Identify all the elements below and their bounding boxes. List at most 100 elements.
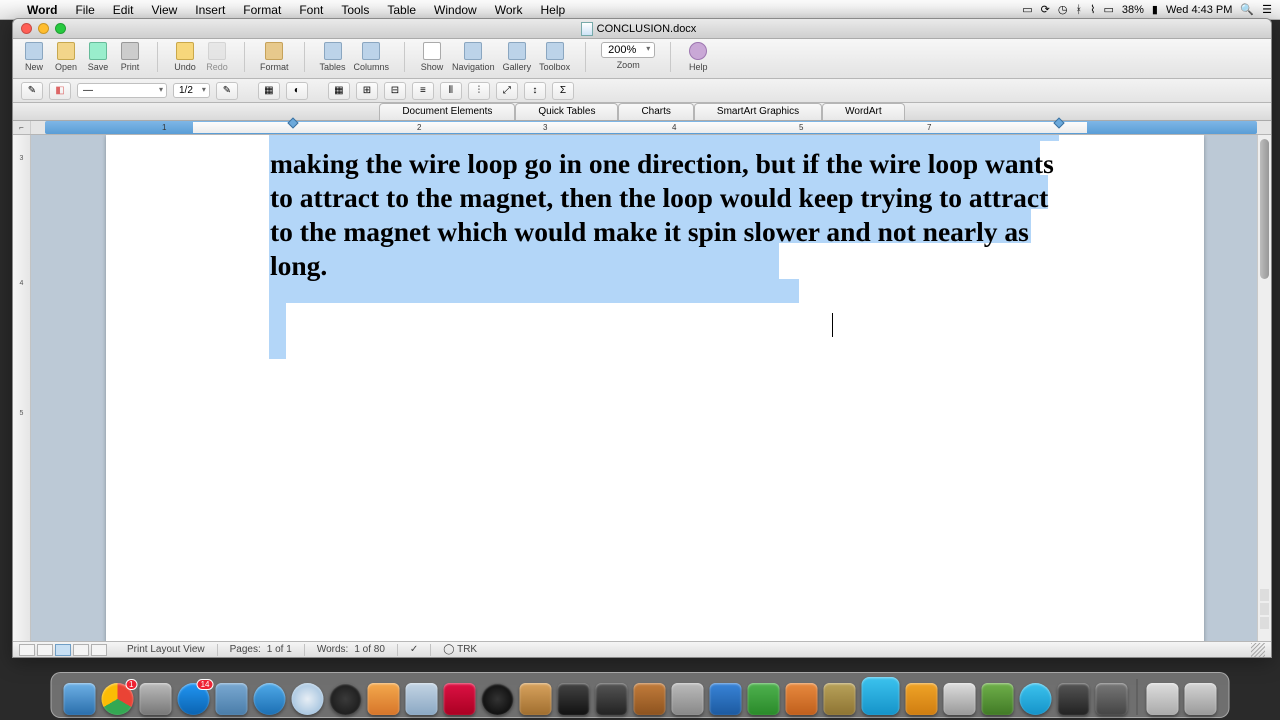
show-button[interactable]: Show <box>417 42 447 72</box>
tab-selector[interactable]: ⌐ <box>13 121 31 134</box>
dock-time-machine[interactable] <box>330 683 362 715</box>
dock-movies[interactable] <box>944 683 976 715</box>
next-page-button[interactable] <box>1260 617 1269 629</box>
zoom-select[interactable]: 200%Zoom <box>598 42 658 70</box>
battery-percent[interactable]: 38% <box>1122 4 1144 16</box>
undo-button[interactable]: Undo <box>170 42 200 72</box>
dock-steam[interactable] <box>482 683 514 715</box>
menu-help[interactable]: Help <box>532 3 575 17</box>
dock-preview[interactable] <box>406 683 438 715</box>
open-button[interactable]: Open <box>51 42 81 72</box>
timemachine-icon[interactable]: ◷ <box>1058 3 1068 16</box>
document-text[interactable]: making the wire loop go in one direction… <box>270 147 1060 283</box>
tab-smartart[interactable]: SmartArt Graphics <box>694 103 822 120</box>
spotlight-icon[interactable]: 🔍 <box>1240 3 1254 16</box>
screenshare-icon[interactable]: ▭ <box>1022 3 1032 16</box>
display-icon[interactable]: ▭ <box>1103 3 1113 16</box>
battery-icon[interactable]: ▮ <box>1152 3 1158 16</box>
menu-tools[interactable]: Tools <box>332 3 378 17</box>
print-button[interactable]: Print <box>115 42 145 72</box>
dock-star-app[interactable] <box>596 683 628 715</box>
clock[interactable]: Wed 4:43 PM <box>1166 4 1232 16</box>
distribute-cols-icon[interactable]: ⫶ <box>468 82 490 100</box>
insert-table-icon[interactable]: ▦ <box>328 82 350 100</box>
toolbox-button[interactable]: Toolbox <box>536 42 573 72</box>
horizontal-ruler[interactable]: 1 2 3 4 5 7 <box>45 121 1257 134</box>
gallery-button[interactable]: Gallery <box>500 42 535 72</box>
notebook-view-button[interactable] <box>73 644 89 656</box>
menu-insert[interactable]: Insert <box>186 3 234 17</box>
columns-button[interactable]: Columns <box>351 42 393 72</box>
resize-grip[interactable] <box>1251 643 1265 657</box>
line-style-select[interactable]: — <box>77 83 167 98</box>
borders-icon[interactable]: ▦ <box>258 82 280 100</box>
dock-keynote[interactable] <box>634 683 666 715</box>
document-page[interactable]: making the wire loop go in one direction… <box>106 135 1204 641</box>
menu-table[interactable]: Table <box>378 3 425 17</box>
dock-parallels[interactable] <box>444 683 476 715</box>
menu-work[interactable]: Work <box>486 3 532 17</box>
dock-settings[interactable] <box>140 683 172 715</box>
tab-document-elements[interactable]: Document Elements <box>379 103 515 120</box>
eraser-icon[interactable]: ◧ <box>49 82 71 100</box>
dock-downloads[interactable] <box>1147 683 1179 715</box>
dock-finder[interactable] <box>64 683 96 715</box>
align-icon[interactable]: ≡ <box>412 82 434 100</box>
tables-button[interactable]: Tables <box>317 42 349 72</box>
dock-word[interactable] <box>710 683 742 715</box>
menu-view[interactable]: View <box>142 3 186 17</box>
shading-icon[interactable]: ◐ <box>286 82 308 100</box>
vertical-ruler[interactable]: 3 4 5 <box>13 135 31 641</box>
menu-file[interactable]: File <box>66 3 103 17</box>
menu-format[interactable]: Format <box>234 3 290 17</box>
bluetooth-icon[interactable]: ᚼ <box>1075 4 1082 16</box>
line-weight-select[interactable]: 1/2 <box>173 83 210 98</box>
redo-button[interactable]: Redo <box>202 42 232 72</box>
dock-itunes[interactable] <box>254 683 286 715</box>
list-icon[interactable]: ☰ <box>1262 3 1272 16</box>
sort-icon[interactable]: ↕ <box>524 82 546 100</box>
vertical-scrollbar[interactable] <box>1257 135 1271 641</box>
outline-view-button[interactable] <box>37 644 53 656</box>
menu-edit[interactable]: Edit <box>104 3 143 17</box>
dock-ibooks[interactable] <box>906 683 938 715</box>
dock-mail[interactable] <box>216 683 248 715</box>
dock-minecraft[interactable] <box>982 683 1014 715</box>
dock-skype-alt[interactable] <box>1020 683 1052 715</box>
merge-cells-icon[interactable]: ⊞ <box>356 82 378 100</box>
print-layout-view-button[interactable] <box>55 644 71 656</box>
new-button[interactable]: New <box>19 42 49 72</box>
sync-icon[interactable]: ⟳ <box>1041 3 1050 16</box>
format-button[interactable]: Format <box>257 42 292 72</box>
wifi-icon[interactable]: ⌇ <box>1090 3 1095 16</box>
autosum-icon[interactable]: Σ <box>552 82 574 100</box>
dock-photo-booth[interactable] <box>368 683 400 715</box>
draft-view-button[interactable] <box>19 644 35 656</box>
dock-skype[interactable] <box>862 677 900 715</box>
browse-object-button[interactable] <box>1260 603 1269 615</box>
close-button[interactable] <box>21 23 32 34</box>
distribute-rows-icon[interactable]: ⫴ <box>440 82 462 100</box>
tab-quick-tables[interactable]: Quick Tables <box>515 103 618 120</box>
titlebar[interactable]: CONCLUSION.docx <box>13 19 1271 39</box>
menubar-app[interactable]: Word <box>18 3 66 17</box>
dock-pages[interactable] <box>672 683 704 715</box>
minimize-button[interactable] <box>38 23 49 34</box>
words-value[interactable]: 1 of 80 <box>354 644 385 655</box>
spellcheck-icon[interactable]: ✓ <box>410 644 418 655</box>
dock-chrome[interactable]: 1 <box>102 683 134 715</box>
menu-window[interactable]: Window <box>425 3 486 17</box>
prev-page-button[interactable] <box>1260 589 1269 601</box>
dock-powerpoint[interactable] <box>786 683 818 715</box>
zoom-button[interactable] <box>55 23 66 34</box>
publishing-view-button[interactable] <box>91 644 107 656</box>
dock-appstore[interactable]: 14 <box>178 683 210 715</box>
dock-steam-alt[interactable] <box>1058 683 1090 715</box>
autofit-icon[interactable]: ⤢ <box>496 82 518 100</box>
track-changes-indicator[interactable]: ◯ TRK <box>443 644 477 655</box>
dock-imovie[interactable] <box>558 683 590 715</box>
dock-excel[interactable] <box>748 683 780 715</box>
save-button[interactable]: Save <box>83 42 113 72</box>
split-cells-icon[interactable]: ⊟ <box>384 82 406 100</box>
draw-table-icon[interactable]: ✎ <box>21 82 43 100</box>
